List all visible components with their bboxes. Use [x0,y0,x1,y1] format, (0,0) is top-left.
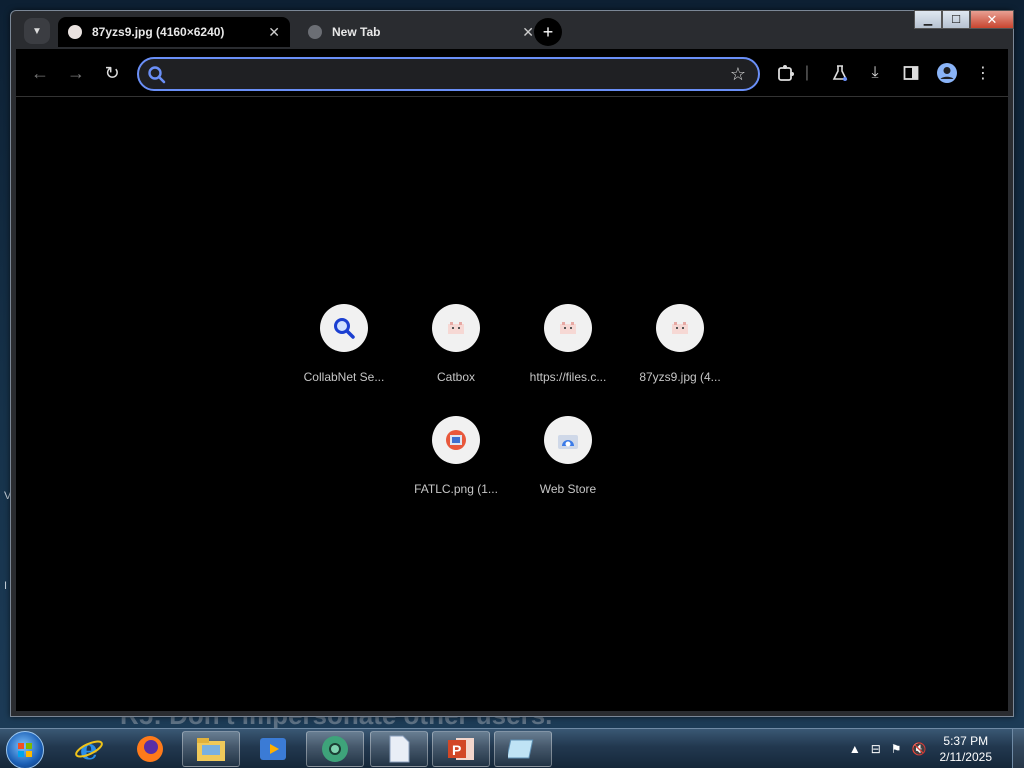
tab-title: 87yzs9.jpg (4160×6240) [92,25,225,39]
side-panel-icon [903,66,919,80]
shortcut-label: 87yzs9.jpg (4... [639,370,721,384]
taskbar-media-button[interactable] [244,731,302,767]
chevron-down-icon: ▼ [32,25,42,37]
taskbar: e P ▲ ⊟ ⚑ 🔇 5:37 PM 2/11/2025 [0,728,1024,768]
start-button[interactable] [6,731,44,768]
image-icon [432,416,480,464]
back-button[interactable]: ← [28,61,52,85]
close-tab-icon[interactable]: ✕ [268,24,280,41]
shortcut-tile[interactable]: Catbox [400,304,512,416]
menu-button[interactable]: ⋮ [971,61,995,85]
browser-toolbar: ← → ↻ ☆ | ⤓ ⋮ [16,49,1008,97]
clock-time: 5:37 PM [943,734,989,748]
svg-text:e: e [80,734,98,764]
search-magnifier-icon [320,304,368,352]
close-tab-icon[interactable]: ✕ [522,24,534,41]
puzzle-icon [778,65,794,81]
tab-title: New Tab [332,25,381,39]
pixel-cat-icon [68,25,82,39]
address-input[interactable] [173,63,713,85]
forward-button[interactable]: → [64,61,88,85]
toolbar-separator: | [804,64,810,81]
shortcut-label: FATLC.png (1... [414,482,498,496]
tab-image[interactable]: 87yzs9.jpg (4160×6240) ✕ [58,17,290,47]
shortcut-label: https://files.c... [529,370,607,384]
new-tab-page: CollabNet Se... Catbox https://files.c..… [16,97,1008,711]
shortcut-label: Web Store [539,482,597,496]
avatar-icon [937,63,957,83]
taskbar-snipping-button[interactable] [494,731,552,767]
volume-muted-icon[interactable]: 🔇 [912,742,927,756]
tab-search-button[interactable]: ▼ [24,18,50,44]
show-hidden-icons-icon[interactable]: ▲ [849,742,861,756]
internet-explorer-icon: e [75,734,103,764]
pixel-cat-icon [544,304,592,352]
minimize-button[interactable]: ▁ [914,10,942,29]
taskbar-ie-button[interactable]: e [60,731,118,767]
maximize-button[interactable]: ☐ [942,10,970,29]
side-panel-button[interactable] [899,61,923,85]
taskbar-firefox-button[interactable] [121,731,179,767]
document-icon [389,735,410,763]
flask-icon [832,65,848,81]
bookmark-star-icon[interactable]: ☆ [730,64,746,85]
powerpoint-icon: P [448,738,474,760]
svg-text:P: P [452,742,461,758]
shortcut-label: CollabNet Se... [303,370,385,384]
globe-icon [308,25,322,39]
windows-logo-icon [18,743,32,757]
taskbar-chrome-button[interactable] [306,731,364,767]
address-bar[interactable]: ☆ [137,57,760,91]
new-tab-button[interactable]: + [534,18,562,46]
shortcut-label: Catbox [436,370,476,384]
taskbar-explorer-button[interactable] [182,731,240,767]
clock[interactable]: 5:37 PM 2/11/2025 [940,733,993,765]
download-icon: ⤓ [871,64,879,81]
back-arrow-icon: ← [31,62,49,83]
clock-date: 2/11/2025 [939,750,993,764]
chrome-icon [322,736,348,762]
media-player-icon [260,738,286,760]
snipping-tool-icon [508,739,534,759]
taskbar-document-button[interactable] [370,731,428,767]
close-button[interactable]: ✕ [970,10,1014,29]
network-icon[interactable]: ⊟ [871,742,881,756]
window-controls: ▁ ☐ ✕ [914,10,1014,29]
web-store-icon [544,416,592,464]
pixel-cat-icon [432,304,480,352]
tab-new-tab[interactable]: New Tab ✕ [298,17,544,47]
system-tray: ▲ ⊟ ⚑ 🔇 5:37 PM 2/11/2025 [844,729,1024,768]
kebab-menu-icon: ⋮ [975,65,991,82]
taskbar-powerpoint-button[interactable]: P [432,731,490,767]
desktop-fragment-text: I [4,580,8,592]
search-icon [148,66,166,84]
profile-button[interactable] [935,61,959,85]
shortcut-tile[interactable]: FATLC.png (1... [400,416,512,528]
action-center-flag-icon[interactable]: ⚑ [891,742,902,756]
shortcut-tile[interactable]: 87yzs9.jpg (4... [624,304,736,416]
show-desktop-button[interactable] [1012,729,1024,768]
reload-button[interactable]: ↻ [100,61,124,85]
extensions-button[interactable] [774,61,798,85]
file-explorer-icon [197,738,225,761]
reload-icon: ↻ [104,62,120,83]
shortcut-tile[interactable]: https://files.c... [512,304,624,416]
labs-button[interactable] [828,61,852,85]
tab-strip: ▼ 87yzs9.jpg (4160×6240) ✕ New Tab ✕ + [16,14,896,48]
shortcut-tile[interactable]: CollabNet Se... [288,304,400,416]
downloads-button[interactable]: ⤓ [863,61,887,85]
forward-arrow-icon: → [67,62,85,83]
shortcut-tile[interactable]: Web Store [512,416,624,528]
firefox-icon [137,736,163,762]
pixel-cat-icon [656,304,704,352]
